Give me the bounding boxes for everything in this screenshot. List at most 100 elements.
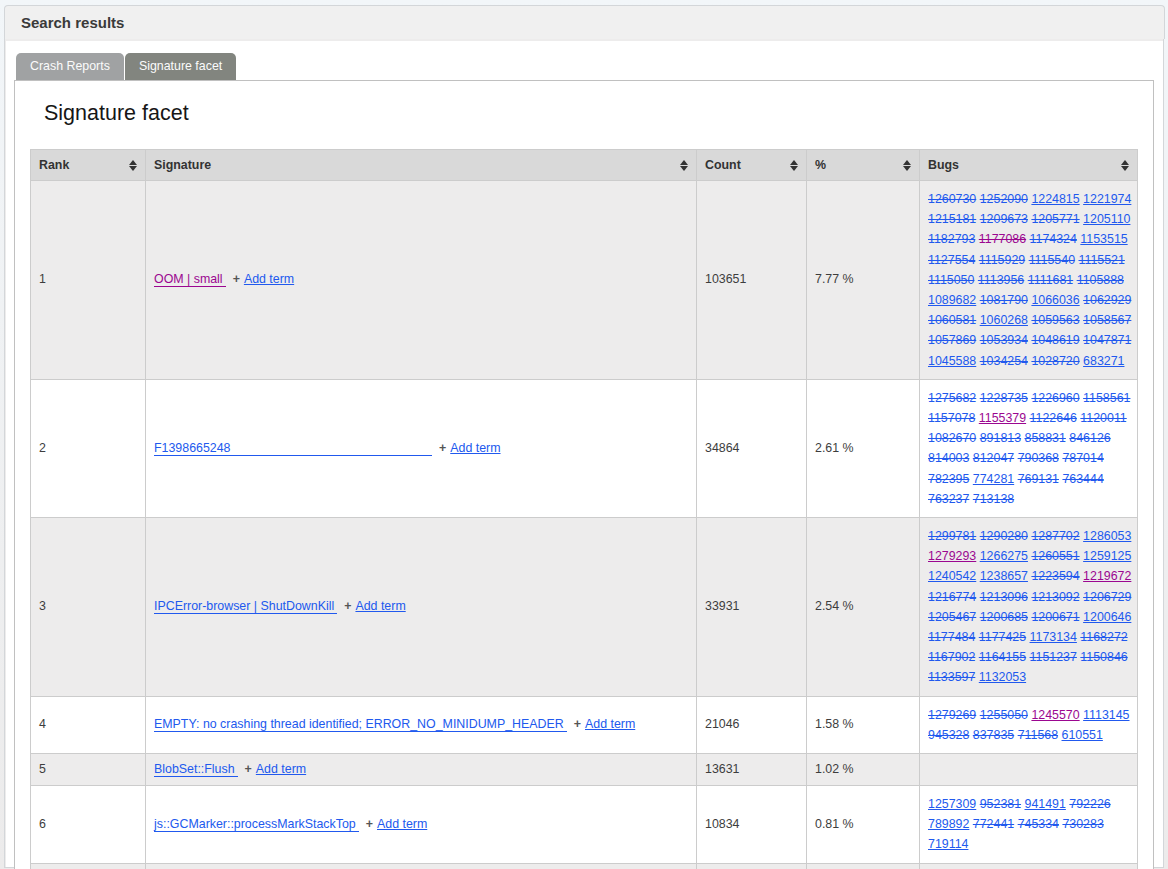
- bug-link[interactable]: 719114: [928, 837, 968, 851]
- bug-link[interactable]: 769131: [1018, 472, 1059, 486]
- bug-link[interactable]: 1205110: [1083, 212, 1130, 226]
- bug-link[interactable]: 1260551: [1031, 549, 1079, 563]
- bug-link[interactable]: 1200671: [1031, 610, 1079, 624]
- bug-link[interactable]: 1167902: [928, 650, 975, 664]
- bug-link[interactable]: 763444: [1062, 472, 1103, 486]
- bug-link[interactable]: 1257309: [928, 797, 976, 811]
- add-term-link[interactable]: Add term: [377, 817, 427, 831]
- bug-link[interactable]: 1279269: [928, 708, 976, 722]
- signature-link[interactable]: F1398665248: [154, 441, 432, 456]
- bug-link[interactable]: 1105888: [1077, 273, 1124, 287]
- signature-link[interactable]: IPCError-browser | ShutDownKill: [154, 599, 337, 614]
- bug-link[interactable]: 1111681: [1028, 273, 1073, 287]
- add-term-link[interactable]: Add term: [256, 762, 306, 776]
- bug-link[interactable]: 1290280: [980, 529, 1028, 543]
- bug-link[interactable]: 941491: [1025, 797, 1066, 811]
- sort-arrows-icon[interactable]: [129, 160, 137, 171]
- tab-signature-facet[interactable]: Signature facet: [125, 53, 236, 80]
- bug-link[interactable]: 891813: [980, 431, 1021, 445]
- bug-link[interactable]: 812047: [973, 451, 1014, 465]
- column-header-bugs[interactable]: Bugs: [920, 150, 1138, 181]
- bug-link[interactable]: 1057869: [928, 333, 976, 347]
- bug-link[interactable]: 1028720: [1031, 354, 1079, 368]
- bug-link[interactable]: 1158561: [1083, 391, 1130, 405]
- bug-link[interactable]: 1226960: [1031, 391, 1079, 405]
- bug-link[interactable]: 1200646: [1083, 610, 1131, 624]
- bug-link[interactable]: 1058567: [1083, 313, 1131, 327]
- bug-link[interactable]: 1238657: [980, 569, 1028, 583]
- bug-link[interactable]: 1205467: [928, 610, 976, 624]
- bug-link[interactable]: 1150846: [1080, 650, 1127, 664]
- bug-link[interactable]: 1173134: [1030, 630, 1077, 644]
- bug-link[interactable]: 782395: [928, 472, 969, 486]
- bug-link[interactable]: 1115929: [979, 253, 1025, 267]
- bug-link[interactable]: 1174324: [1030, 232, 1077, 246]
- bug-link[interactable]: 1215181: [928, 212, 976, 226]
- bug-link[interactable]: 1153515: [1080, 232, 1127, 246]
- bug-link[interactable]: 1157078: [928, 411, 975, 425]
- bug-link[interactable]: 1048619: [1031, 333, 1079, 347]
- bug-link[interactable]: 1066036: [1031, 293, 1079, 307]
- bug-link[interactable]: 1200685: [980, 610, 1028, 624]
- bug-link[interactable]: 1177086: [979, 232, 1026, 246]
- bug-link[interactable]: 858831: [1025, 431, 1066, 445]
- bug-link[interactable]: 1062929: [1083, 293, 1131, 307]
- bug-link[interactable]: 1127554: [928, 253, 975, 267]
- bug-link[interactable]: 730283: [1062, 817, 1103, 831]
- bug-link[interactable]: 1151237: [1030, 650, 1077, 664]
- bug-link[interactable]: 789892: [928, 817, 969, 831]
- bug-link[interactable]: 787014: [1062, 451, 1103, 465]
- bug-link[interactable]: 1205771: [1031, 212, 1079, 226]
- bug-link[interactable]: 1122646: [1030, 411, 1077, 425]
- bug-link[interactable]: 1255050: [980, 708, 1028, 722]
- add-term-link[interactable]: Add term: [450, 441, 500, 455]
- bug-link[interactable]: 1287702: [1031, 529, 1079, 543]
- signature-link[interactable]: OOM | small: [154, 272, 226, 287]
- bug-link[interactable]: 1240542: [928, 569, 976, 583]
- bug-link[interactable]: 1219672: [1083, 569, 1131, 583]
- bug-link[interactable]: 846126: [1069, 431, 1110, 445]
- bug-link[interactable]: 774281: [973, 472, 1014, 486]
- bug-link[interactable]: 952381: [980, 797, 1021, 811]
- bug-link[interactable]: 1177484: [928, 630, 975, 644]
- bug-link[interactable]: 1113956: [978, 273, 1024, 287]
- bug-link[interactable]: 1213092: [1031, 590, 1079, 604]
- bug-link[interactable]: 1089682: [928, 293, 976, 307]
- bug-link[interactable]: 1047871: [1083, 333, 1131, 347]
- bug-link[interactable]: 1216774: [928, 590, 976, 604]
- bug-link[interactable]: 713138: [973, 492, 1014, 506]
- bug-link[interactable]: 1060581: [928, 313, 976, 327]
- sort-arrows-icon[interactable]: [790, 160, 798, 171]
- sort-arrows-icon[interactable]: [680, 160, 688, 171]
- bug-link[interactable]: 814003: [928, 451, 969, 465]
- bug-link[interactable]: 1224815: [1031, 192, 1079, 206]
- tab-crash-reports[interactable]: Crash Reports: [16, 53, 124, 80]
- bug-link[interactable]: 945328: [928, 728, 969, 742]
- bug-link[interactable]: 1164155: [979, 650, 1026, 664]
- column-header-rank[interactable]: Rank: [31, 150, 146, 181]
- bug-link[interactable]: 1113145: [1083, 708, 1129, 722]
- bug-link[interactable]: 1045588: [928, 354, 976, 368]
- bug-link[interactable]: 837835: [973, 728, 1014, 742]
- bug-link[interactable]: 1034254: [980, 354, 1028, 368]
- signature-link[interactable]: EMPTY: no crashing thread identified; ER…: [154, 717, 567, 732]
- bug-link[interactable]: 1082670: [928, 431, 976, 445]
- column-header-signature[interactable]: Signature: [146, 150, 697, 181]
- bug-link[interactable]: 1120011: [1080, 411, 1126, 425]
- bug-link[interactable]: 1266275: [980, 549, 1028, 563]
- bug-link[interactable]: 1279293: [928, 549, 976, 563]
- bug-link[interactable]: 1115050: [928, 273, 974, 287]
- bug-link[interactable]: 711568: [1018, 728, 1058, 742]
- bug-link[interactable]: 1223594: [1031, 569, 1079, 583]
- bug-link[interactable]: 1299781: [928, 529, 976, 543]
- bug-link[interactable]: 1213096: [980, 590, 1028, 604]
- bug-link[interactable]: 1132053: [979, 670, 1026, 684]
- bug-link[interactable]: 1060268: [980, 313, 1028, 327]
- sort-arrows-icon[interactable]: [903, 160, 911, 171]
- bug-link[interactable]: 790368: [1018, 451, 1059, 465]
- bug-link[interactable]: 1059563: [1031, 313, 1079, 327]
- add-term-link[interactable]: Add term: [355, 599, 405, 613]
- bug-link[interactable]: 1081790: [980, 293, 1028, 307]
- bug-link[interactable]: 1252090: [980, 192, 1028, 206]
- bug-link[interactable]: 1206729: [1083, 590, 1131, 604]
